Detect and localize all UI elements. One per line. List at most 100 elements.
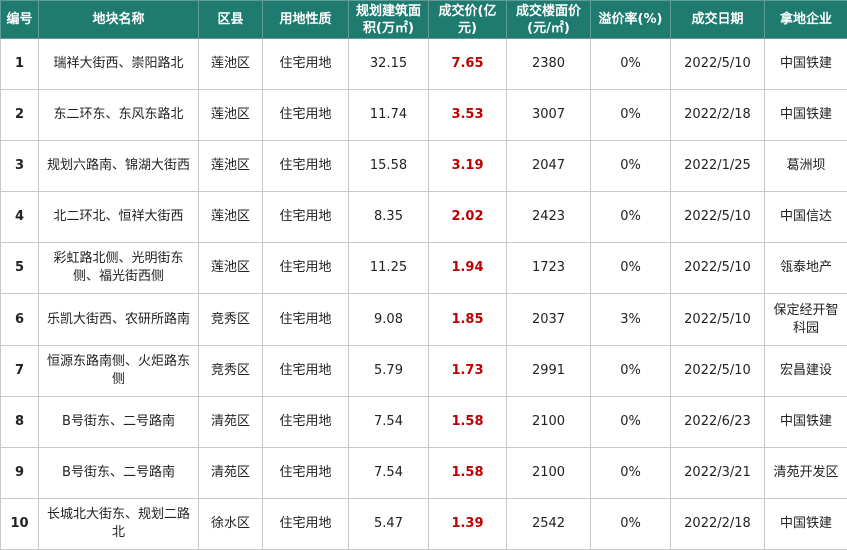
- cell-planned-area: 11.74: [348, 89, 429, 142]
- cell-land-name: 规划六路南、锦湖大街西: [38, 140, 199, 193]
- cell-planned-area: 7.54: [348, 395, 429, 448]
- cell-land-name: 彩虹路北侧、光明街东侧、福光街西侧: [38, 242, 199, 295]
- header-company: 拿地企业: [764, 0, 847, 39]
- cell-district: 莲池区: [198, 242, 263, 295]
- header-area: 规划建筑面积(万㎡): [348, 0, 429, 39]
- cell-floor-price: 2047: [506, 140, 591, 193]
- cell-land-name: 北二环北、恒祥大街西: [38, 191, 199, 244]
- cell-floor-price: 1723: [506, 242, 591, 295]
- cell-deal-date: 2022/2/18: [670, 497, 765, 550]
- cell-deal-price: 7.65: [428, 37, 507, 91]
- table-row: 7 恒源东路南侧、火炬路东侧 竞秀区 住宅用地 5.79 1.73 2991 0% 2022/5…: [0, 344, 847, 397]
- cell-district: 徐水区: [198, 497, 263, 550]
- cell-district: 莲池区: [198, 89, 263, 142]
- cell-company: 保定经开智科园: [764, 293, 847, 346]
- cell-no: 10: [0, 497, 39, 550]
- cell-land-use: 住宅用地: [262, 395, 349, 448]
- cell-deal-price: 1.58: [428, 395, 507, 448]
- cell-premium-rate: 0%: [590, 37, 671, 91]
- cell-district: 清苑区: [198, 446, 263, 499]
- cell-district: 竞秀区: [198, 293, 263, 346]
- cell-planned-area: 5.47: [348, 497, 429, 550]
- cell-district: 清苑区: [198, 395, 263, 448]
- cell-floor-price: 3007: [506, 89, 591, 142]
- cell-premium-rate: 0%: [590, 191, 671, 244]
- cell-deal-price: 3.19: [428, 140, 507, 193]
- cell-land-use: 住宅用地: [262, 37, 349, 91]
- cell-land-use: 住宅用地: [262, 497, 349, 550]
- cell-planned-area: 7.54: [348, 446, 429, 499]
- cell-land-name: B号街东、二号路南: [38, 395, 199, 448]
- cell-planned-area: 9.08: [348, 293, 429, 346]
- cell-floor-price: 2991: [506, 344, 591, 397]
- cell-premium-rate: 0%: [590, 89, 671, 142]
- cell-no: 6: [0, 293, 39, 346]
- cell-floor-price: 2100: [506, 446, 591, 499]
- cell-planned-area: 5.79: [348, 344, 429, 397]
- cell-deal-date: 2022/5/10: [670, 344, 765, 397]
- cell-land-name: 瑞祥大街西、崇阳路北: [38, 37, 199, 91]
- cell-floor-price: 2037: [506, 293, 591, 346]
- table-row: 6 乐凯大街西、农研所路南 竞秀区 住宅用地 9.08 1.85 2037 3% 2022/5/…: [0, 293, 847, 346]
- cell-deal-price: 1.58: [428, 446, 507, 499]
- cell-deal-price: 1.94: [428, 242, 507, 295]
- cell-company: 瓴泰地产: [764, 242, 847, 295]
- cell-land-name: 东二环东、东风东路北: [38, 89, 199, 142]
- cell-deal-date: 2022/5/10: [670, 37, 765, 91]
- cell-deal-date: 2022/6/23: [670, 395, 765, 448]
- cell-deal-price: 1.73: [428, 344, 507, 397]
- cell-company: 中国信达: [764, 191, 847, 244]
- cell-premium-rate: 0%: [590, 242, 671, 295]
- table-row: 1 瑞祥大街西、崇阳路北 莲池区 住宅用地 32.15 7.65 2380 0% 2022/5/…: [0, 37, 847, 91]
- table-body: 1 瑞祥大街西、崇阳路北 莲池区 住宅用地 32.15 7.65 2380 0% 2022/5/…: [0, 37, 847, 550]
- header-name: 地块名称: [38, 0, 199, 39]
- header-date: 成交日期: [670, 0, 765, 39]
- cell-district: 莲池区: [198, 140, 263, 193]
- cell-premium-rate: 0%: [590, 446, 671, 499]
- cell-district: 莲池区: [198, 191, 263, 244]
- table-row: 9 B号街东、二号路南 清苑区 住宅用地 7.54 1.58 2100 0% 2022/3/21…: [0, 446, 847, 499]
- cell-premium-rate: 0%: [590, 497, 671, 550]
- cell-deal-price: 1.85: [428, 293, 507, 346]
- cell-deal-price: 1.39: [428, 497, 507, 550]
- table-row: 3 规划六路南、锦湖大街西 莲池区 住宅用地 15.58 3.19 2047 0% 2022/1…: [0, 140, 847, 193]
- cell-land-use: 住宅用地: [262, 191, 349, 244]
- cell-company: 清苑开发区: [764, 446, 847, 499]
- table-row: 10 长城北大街东、规划二路北 徐水区 住宅用地 5.47 1.39 2542 0% 2022/…: [0, 497, 847, 550]
- cell-no: 1: [0, 37, 39, 91]
- cell-land-use: 住宅用地: [262, 140, 349, 193]
- cell-no: 3: [0, 140, 39, 193]
- cell-premium-rate: 0%: [590, 395, 671, 448]
- cell-no: 9: [0, 446, 39, 499]
- cell-deal-date: 2022/5/10: [670, 293, 765, 346]
- table-row: 2 东二环东、东风东路北 莲池区 住宅用地 11.74 3.53 3007 0% 2022/2/…: [0, 89, 847, 142]
- cell-floor-price: 2542: [506, 497, 591, 550]
- cell-company: 中国铁建: [764, 89, 847, 142]
- cell-premium-rate: 0%: [590, 344, 671, 397]
- header-use: 用地性质: [262, 0, 349, 39]
- header-no: 编号: [0, 0, 39, 39]
- cell-land-name: B号街东、二号路南: [38, 446, 199, 499]
- table-row: 4 北二环北、恒祥大街西 莲池区 住宅用地 8.35 2.02 2423 0% 2022/5/1…: [0, 191, 847, 244]
- cell-company: 中国铁建: [764, 395, 847, 448]
- cell-land-use: 住宅用地: [262, 89, 349, 142]
- cell-planned-area: 8.35: [348, 191, 429, 244]
- cell-company: 葛洲坝: [764, 140, 847, 193]
- cell-deal-price: 3.53: [428, 89, 507, 142]
- cell-company: 中国铁建: [764, 497, 847, 550]
- cell-deal-date: 2022/5/10: [670, 242, 765, 295]
- header-district: 区县: [198, 0, 263, 39]
- cell-deal-date: 2022/5/10: [670, 191, 765, 244]
- cell-premium-rate: 0%: [590, 140, 671, 193]
- cell-land-name: 长城北大街东、规划二路北: [38, 497, 199, 550]
- cell-land-use: 住宅用地: [262, 344, 349, 397]
- header-row: 编号 地块名称 区县 用地性质 规划建筑面积(万㎡) 成交价(亿元) 成交楼面价…: [0, 0, 847, 39]
- cell-deal-date: 2022/2/18: [670, 89, 765, 142]
- cell-deal-date: 2022/1/25: [670, 140, 765, 193]
- cell-deal-price: 2.02: [428, 191, 507, 244]
- cell-land-name: 恒源东路南侧、火炬路东侧: [38, 344, 199, 397]
- header-premium: 溢价率(%): [590, 0, 671, 39]
- table-row: 5 彩虹路北侧、光明街东侧、福光街西侧 莲池区 住宅用地 11.25 1.94 1723 0%…: [0, 242, 847, 295]
- cell-floor-price: 2100: [506, 395, 591, 448]
- table-row: 8 B号街东、二号路南 清苑区 住宅用地 7.54 1.58 2100 0% 2022/6/23…: [0, 395, 847, 448]
